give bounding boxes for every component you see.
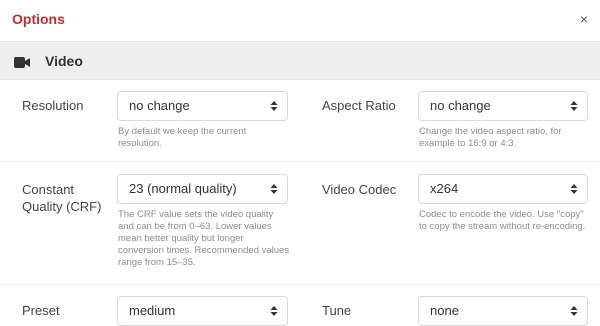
section-title: Video: [45, 53, 83, 69]
select-arrows-icon: [570, 101, 578, 111]
select-arrows-icon: [570, 306, 578, 316]
preset-select[interactable]: medium: [117, 296, 288, 326]
aspect-ratio-select[interactable]: no change: [418, 91, 588, 121]
options-dialog: Options × Video Resolution no change By …: [0, 0, 600, 326]
aspect-ratio-value: no change: [430, 98, 491, 113]
video-codec-help: Codec to encode the video. Use "copy" to…: [419, 209, 586, 232]
tune-label: Tune: [322, 303, 352, 318]
select-arrows-icon: [270, 101, 278, 111]
select-arrows-icon: [270, 306, 278, 316]
resolution-help: By default we keep the current resolutio…: [118, 126, 247, 149]
video-codec-value: x264: [430, 181, 459, 196]
crf-help: The CRF value sets the video quality and…: [118, 209, 290, 268]
crf-value: 23 (normal quality): [129, 181, 237, 196]
video-codec-select[interactable]: x264: [418, 174, 588, 204]
select-arrows-icon: [570, 184, 578, 194]
tune-value: none: [430, 303, 459, 318]
row-divider: [0, 284, 600, 285]
dialog-header: Options ×: [0, 0, 600, 40]
aspect-ratio-help: Change the video aspect ratio, for examp…: [419, 126, 562, 149]
resolution-select[interactable]: no change: [117, 91, 288, 121]
select-arrows-icon: [270, 184, 278, 194]
resolution-value: no change: [129, 98, 190, 113]
row-divider: [0, 161, 600, 162]
preset-value: medium: [129, 303, 176, 318]
crf-select[interactable]: 23 (normal quality): [117, 174, 288, 204]
crf-label: Constant Quality (CRF): [22, 182, 102, 214]
close-icon[interactable]: ×: [580, 10, 588, 28]
video-section-header: Video: [0, 41, 600, 80]
preset-label: Preset: [22, 303, 60, 318]
tune-select[interactable]: none: [418, 296, 588, 326]
resolution-label: Resolution: [22, 98, 84, 113]
video-codec-label: Video Codec: [322, 182, 397, 197]
video-camera-icon: [14, 55, 30, 73]
dialog-title: Options: [12, 11, 65, 27]
aspect-ratio-label: Aspect Ratio: [322, 98, 396, 113]
